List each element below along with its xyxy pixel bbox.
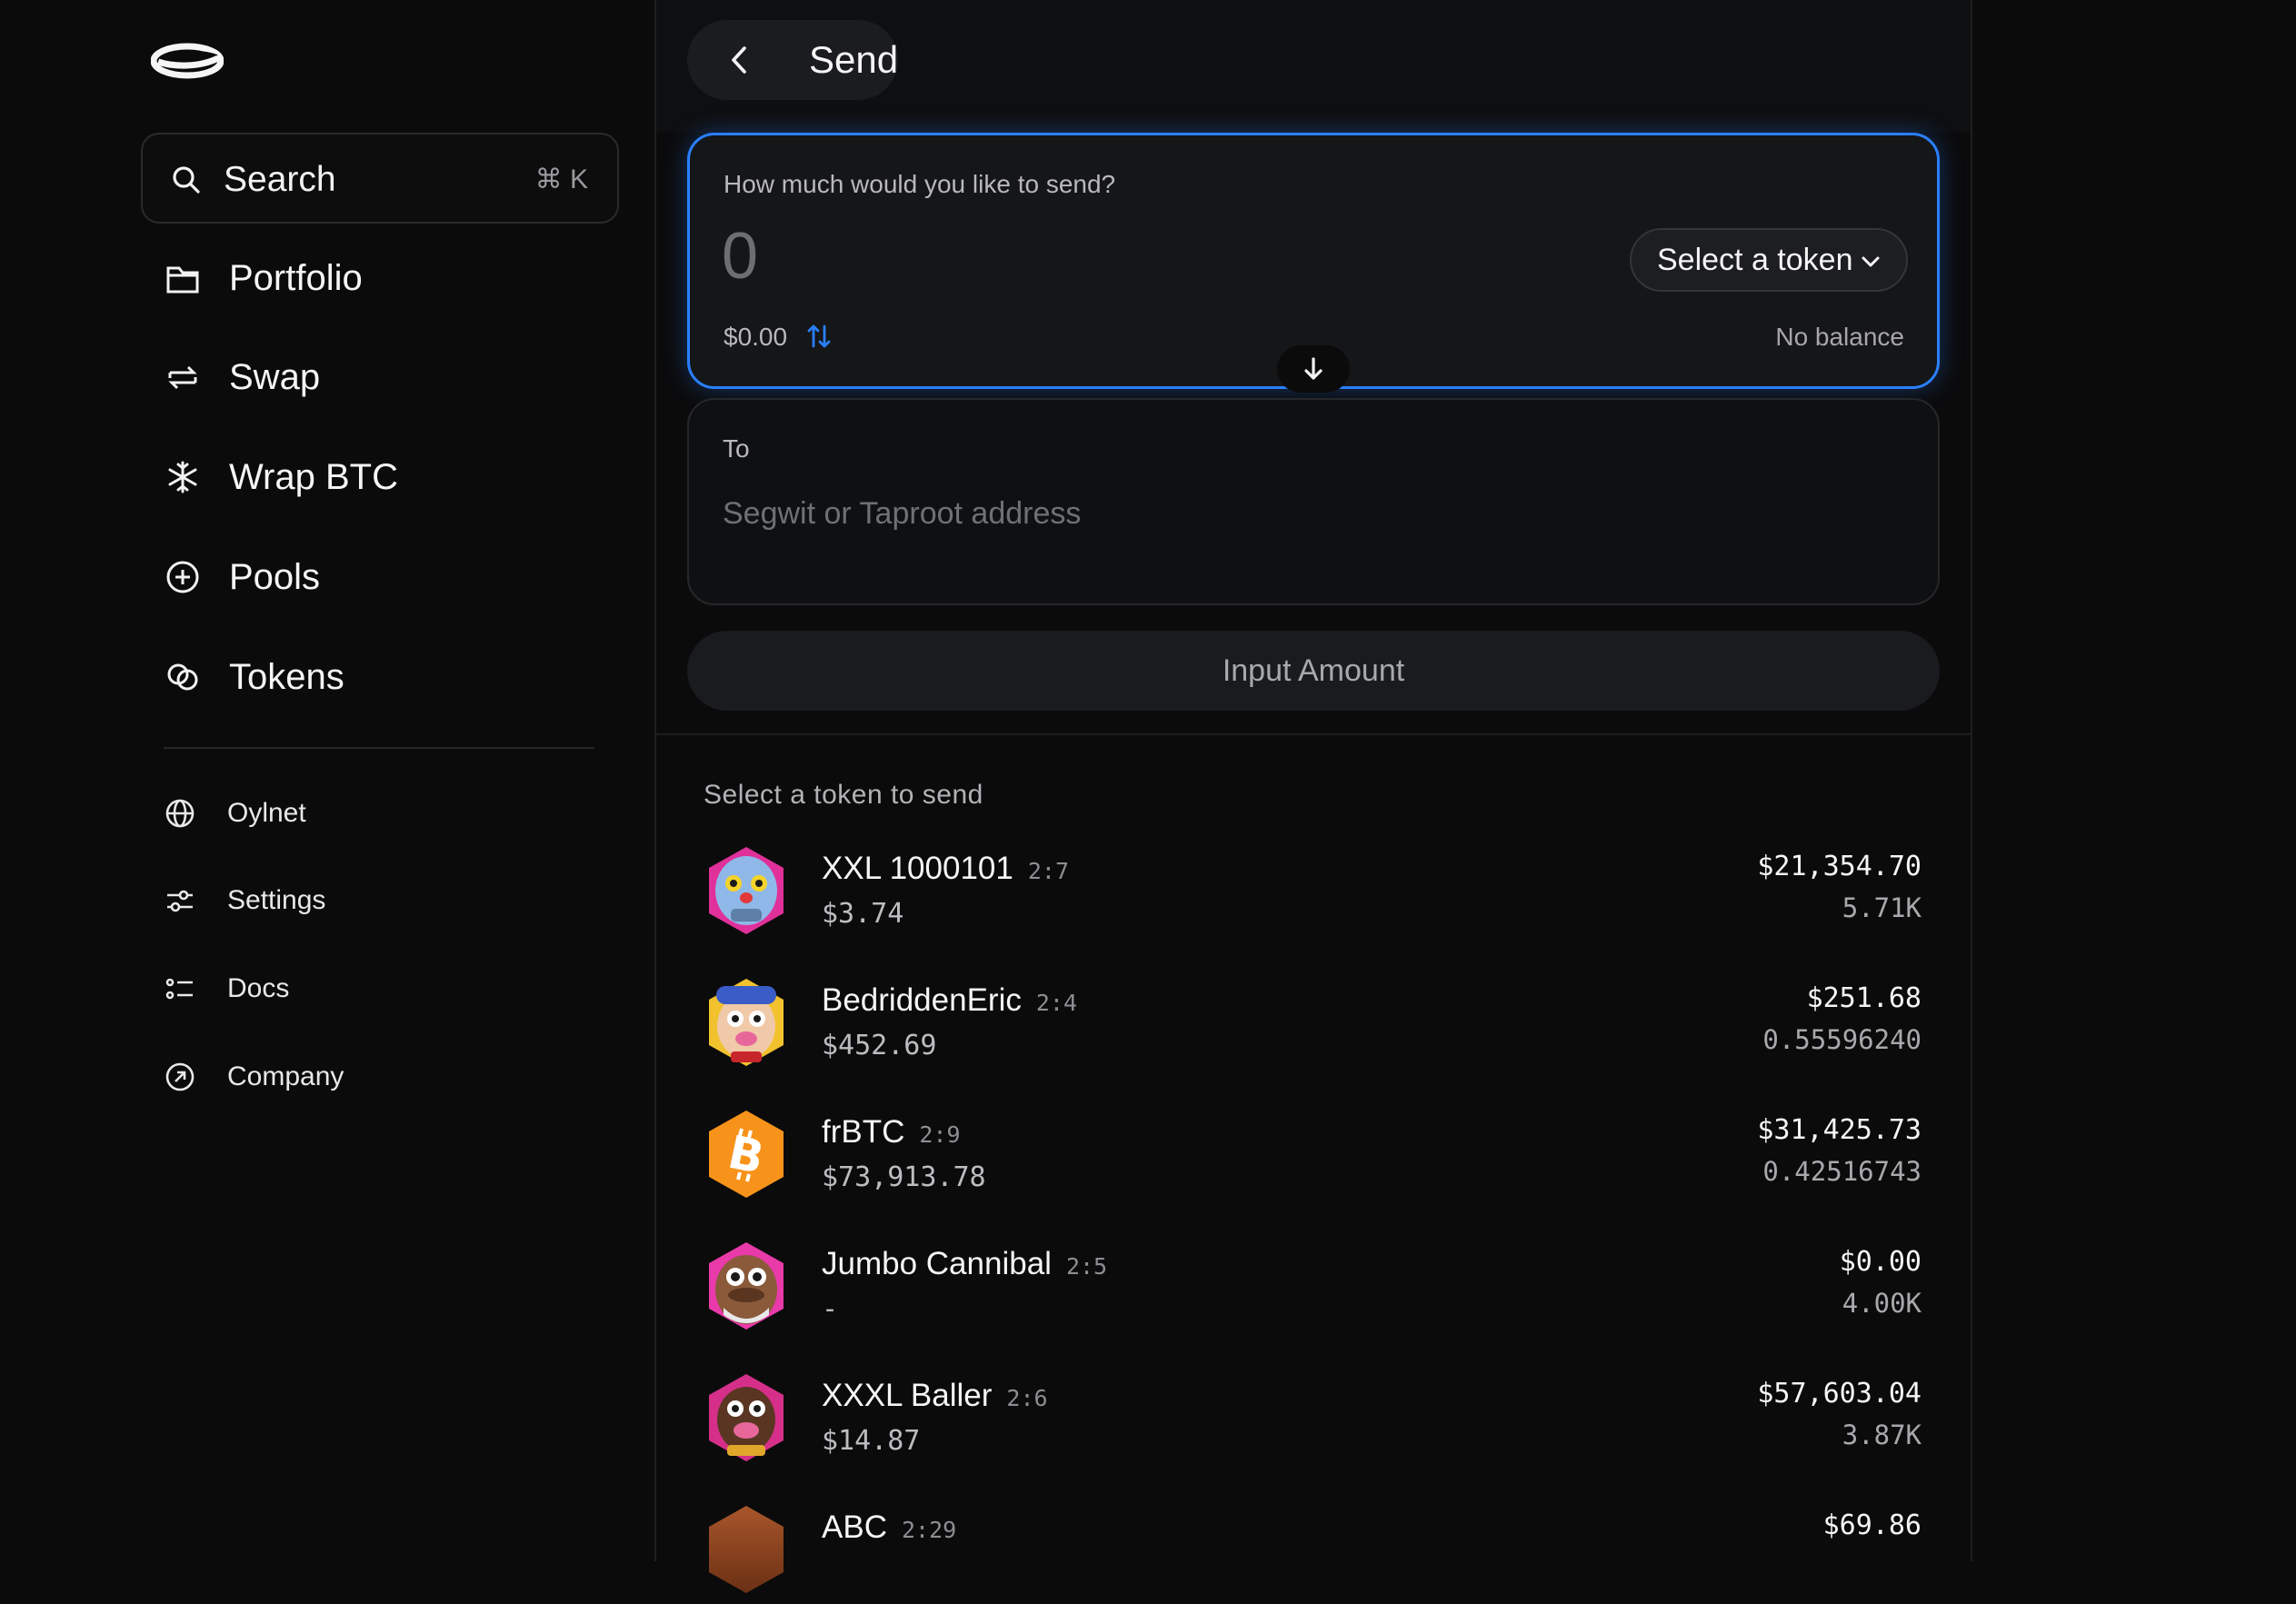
search-label: Search (224, 160, 336, 199)
token-row[interactable]: B frBTC 2:9 $73,913.78 $31,425.73 0.42516… (704, 1101, 1922, 1209)
nav-item-pools[interactable]: Pools (164, 545, 320, 609)
token-value: $21,354.70 (1757, 851, 1922, 882)
token-value: $0.00 (1839, 1246, 1922, 1278)
token-name: Jumbo Cannibal 2:5 (822, 1246, 1108, 1281)
recipient-label: To (723, 434, 750, 463)
token-name: XXL 1000101 2:7 (822, 851, 1069, 886)
token-name: XXXL Baller 2:6 (822, 1378, 1048, 1413)
token-quantity: 4.00K (1842, 1288, 1922, 1319)
input-amount-button[interactable]: Input Amount (687, 631, 1940, 711)
globe-icon (164, 797, 196, 830)
character-avatar (709, 1242, 784, 1330)
token-quantity: 3.87K (1842, 1420, 1922, 1450)
nav-label-pools: Pools (229, 556, 321, 597)
sliders-icon (164, 884, 196, 917)
token-quantity: 0.55596240 (1762, 1024, 1922, 1055)
back-button[interactable]: Send (687, 20, 898, 100)
token-select-dropdown[interactable]: Select a token (1630, 228, 1908, 292)
token-price: $73,913.78 (822, 1161, 986, 1193)
swap-icon (164, 358, 202, 396)
portfolio-icon (164, 259, 202, 297)
token-row[interactable]: ABC 2:29 $69.86 (704, 1497, 1922, 1604)
sidebar: Search ⌘ K Portfolio Swap Wrap BTC Pools… (0, 0, 656, 1561)
nav-item-oylnet[interactable]: Oylnet (164, 782, 306, 845)
nav-label-wrap-btc: Wrap BTC (229, 456, 398, 497)
list-icon (164, 972, 196, 1005)
nav-label-tokens: Tokens (229, 656, 344, 697)
snowflake-icon (164, 458, 202, 496)
token-id: 2:4 (1035, 990, 1077, 1016)
search-icon (173, 166, 200, 194)
nav-label-oylnet: Oylnet (227, 798, 306, 828)
token-value: $251.68 (1806, 982, 1922, 1014)
token-quantity: 0.42516743 (1762, 1156, 1922, 1187)
token-avatar (709, 1506, 784, 1593)
token-value: $69.86 (1822, 1509, 1922, 1541)
token-name: ABC 2:29 (822, 1509, 957, 1545)
nav-item-swap[interactable]: Swap (164, 345, 320, 409)
token-price: $3.74 (822, 898, 904, 930)
nav-label-company: Company (227, 1061, 344, 1091)
token-name: frBTC 2:9 (822, 1114, 961, 1150)
send-panel: Send How much would you like to send? 0 … (656, 0, 1972, 1593)
section-divider (656, 733, 1971, 735)
token-list-title: Select a token to send (704, 780, 983, 810)
token-row[interactable]: Jumbo Cannibal 2:5 - $0.00 4.00K (704, 1233, 1922, 1340)
nav-item-docs[interactable]: Docs (164, 957, 289, 1021)
direction-arrow-button[interactable] (1277, 345, 1350, 393)
amount-question: How much would you like to send? (724, 170, 1116, 198)
chevron-down-icon (1862, 256, 1880, 267)
nav-label-swap: Swap (229, 356, 321, 397)
recipient-address-input[interactable] (723, 491, 1904, 536)
token-id: 2:29 (901, 1517, 957, 1543)
nav-item-wrap-btc[interactable]: Wrap BTC (164, 445, 398, 509)
search-button[interactable]: Search ⌘ K (141, 133, 619, 224)
token-price: $14.87 (822, 1425, 921, 1457)
tokens-icon (164, 658, 202, 696)
character-avatar (709, 979, 784, 1066)
token-id: 2:9 (919, 1121, 961, 1148)
nav-label-docs: Docs (227, 973, 290, 1003)
arrow-down-icon (1304, 357, 1323, 380)
token-row[interactable]: XXL 1000101 2:7 $3.74 $21,354.70 5.71K (704, 838, 1922, 945)
arrow-circle-icon (164, 1061, 196, 1093)
character-avatar (709, 847, 784, 934)
amount-input[interactable]: 0 (722, 219, 758, 294)
character-avatar (709, 1374, 784, 1461)
nav-label-settings: Settings (227, 885, 326, 915)
bitcoin-icon: B (709, 1111, 784, 1198)
token-price: $452.69 (822, 1030, 937, 1061)
page-title: Send (809, 38, 899, 81)
token-id: 2:6 (1006, 1385, 1048, 1411)
nav-item-company[interactable]: Company (164, 1045, 344, 1109)
toggle-currency-icon[interactable] (806, 323, 832, 350)
token-price: - (822, 1293, 839, 1325)
token-value: $57,603.04 (1757, 1378, 1922, 1410)
app-logo[interactable] (151, 40, 224, 82)
token-value: $31,425.73 (1757, 1114, 1922, 1146)
token-name: BedriddenEric 2:4 (822, 982, 1077, 1018)
amount-usd: $0.00 (724, 323, 788, 351)
search-shortcut: ⌘ K (534, 164, 588, 194)
token-quantity: 5.71K (1842, 892, 1922, 923)
balance-label: No balance (1775, 323, 1904, 351)
plus-circle-icon (164, 558, 202, 596)
nav-item-settings[interactable]: Settings (164, 869, 325, 932)
sidebar-divider (164, 747, 594, 749)
nav-label-portfolio: Portfolio (229, 257, 363, 298)
nav-item-tokens[interactable]: Tokens (164, 645, 344, 709)
token-select-label: Select a token (1657, 243, 1853, 277)
chevron-left-icon (732, 46, 746, 74)
token-id: 2:5 (1065, 1253, 1108, 1280)
recipient-card: To (687, 398, 1940, 605)
token-row[interactable]: BedriddenEric 2:4 $452.69 $251.68 0.55596… (704, 970, 1922, 1077)
token-row[interactable]: XXXL Baller 2:6 $14.87 $57,603.04 3.87K (704, 1365, 1922, 1472)
nav-item-portfolio[interactable]: Portfolio (164, 246, 363, 310)
token-id: 2:7 (1027, 858, 1069, 884)
